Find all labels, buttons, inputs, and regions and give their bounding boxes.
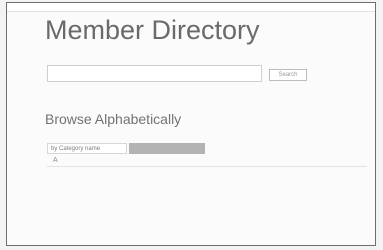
tab-category-name[interactable]: by Category name [47, 143, 127, 154]
page-title: Member Directory [45, 15, 260, 45]
search-input[interactable] [47, 65, 262, 82]
top-bar [7, 3, 375, 12]
app-window: Member Directory Search Browse Alphabeti… [6, 2, 376, 246]
search-button[interactable]: Search [269, 69, 307, 81]
divider [47, 166, 367, 167]
tab-active[interactable] [129, 143, 205, 154]
section-letter: A [53, 157, 58, 164]
browse-heading: Browse Alphabetically [45, 111, 182, 127]
